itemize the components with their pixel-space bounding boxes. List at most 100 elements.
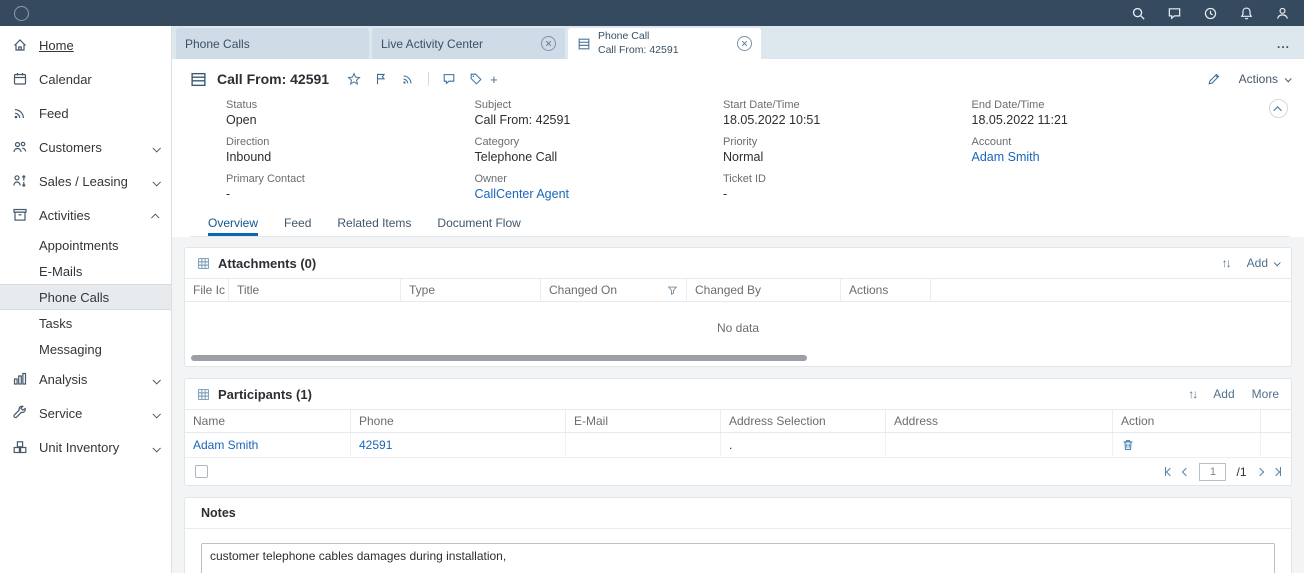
close-icon[interactable] — [541, 36, 556, 51]
tab-phone-call-42591[interactable]: Phone Call Call From: 42591 — [568, 28, 761, 59]
sort-icon[interactable]: ↑↓ — [1188, 387, 1196, 401]
first-page-button[interactable] — [1165, 466, 1174, 478]
page-number-input[interactable]: 1 — [1199, 463, 1226, 481]
scrollbar-thumb[interactable] — [191, 355, 807, 361]
sidebar-item-calendar[interactable]: Calendar — [0, 62, 171, 96]
tab-overview[interactable]: Overview — [208, 209, 258, 236]
owner-link[interactable]: CallCenter Agent — [475, 187, 724, 201]
column-header-type[interactable]: Type — [401, 279, 541, 301]
sidebar-item-sales-leasing[interactable]: Sales / Leasing — [0, 164, 171, 198]
application: Home Calendar Feed Customers — [0, 0, 1304, 573]
sidebar-item-analysis[interactable]: Analysis — [0, 362, 171, 396]
field-label: Status — [226, 99, 475, 111]
favorite-star-icon[interactable] — [347, 72, 361, 86]
search-icon[interactable] — [1131, 6, 1146, 21]
feedback-icon[interactable] — [1167, 6, 1182, 21]
sidebar-item-activities[interactable]: Activities — [0, 198, 171, 232]
chevron-up-icon — [153, 208, 159, 223]
field-value: 18.05.2022 11:21 — [972, 113, 1221, 127]
attachments-add-button[interactable]: Add — [1247, 256, 1279, 270]
service-icon — [12, 405, 28, 421]
tab-overflow-icon[interactable]: ... — [1263, 37, 1304, 51]
tag-icon[interactable] — [469, 72, 483, 86]
participant-name-link[interactable]: Adam Smith — [193, 438, 258, 452]
field-label: Start Date/Time — [723, 99, 972, 111]
column-header-changed-by[interactable]: Changed By — [687, 279, 841, 301]
previous-page-button[interactable] — [1183, 466, 1189, 478]
filter-icon[interactable] — [667, 285, 678, 296]
add-tag-button[interactable]: + — [490, 72, 498, 87]
field-label: Primary Contact — [226, 173, 475, 185]
field-owner: Owner CallCenter Agent — [475, 173, 724, 201]
account-link[interactable]: Adam Smith — [972, 150, 1221, 164]
chevron-down-icon — [153, 174, 159, 189]
tab-feed[interactable]: Feed — [284, 209, 311, 236]
tab-phone-calls[interactable]: Phone Calls — [176, 28, 369, 59]
sidebar-item-home[interactable]: Home — [0, 28, 171, 62]
separator — [428, 72, 429, 86]
field-ticket-id: Ticket ID - — [723, 173, 972, 201]
delete-trash-icon[interactable] — [1121, 438, 1135, 452]
table-grid-icon — [197, 257, 210, 270]
history-icon[interactable] — [1203, 6, 1218, 21]
sidebar-item-label: Tasks — [39, 316, 72, 331]
participants-add-button[interactable]: Add — [1213, 387, 1234, 401]
notifications-icon[interactable] — [1239, 6, 1254, 21]
sidebar-item-service[interactable]: Service — [0, 396, 171, 430]
tab-document-flow[interactable]: Document Flow — [437, 209, 520, 236]
column-header-phone[interactable]: Phone — [351, 410, 566, 432]
sidebar-item-emails[interactable]: E-Mails — [0, 258, 171, 284]
notes-card: Notes customer telephone cables damages … — [184, 497, 1292, 573]
sidebar-item-feed[interactable]: Feed — [0, 96, 171, 130]
chevron-down-icon — [153, 372, 159, 387]
chat-icon[interactable] — [442, 72, 456, 86]
column-label: Changed On — [549, 283, 617, 297]
sidebar-item-label: Analysis — [39, 372, 87, 387]
sidebar-item-tasks[interactable]: Tasks — [0, 310, 171, 336]
attachments-tools: ↑↓ Add — [1222, 256, 1279, 270]
customers-icon — [12, 139, 28, 155]
column-header-file-icon[interactable]: File Ic — [185, 279, 229, 301]
column-header-address-selection[interactable]: Address Selection — [721, 410, 886, 432]
column-header-name[interactable]: Name — [185, 410, 351, 432]
participants-card: Participants (1) ↑↓ Add More Name Phone … — [184, 378, 1292, 486]
flag-icon[interactable] — [374, 72, 388, 86]
sidebar-item-appointments[interactable]: Appointments — [0, 232, 171, 258]
participants-more-button[interactable]: More — [1252, 387, 1279, 401]
field-label: Priority — [723, 136, 972, 148]
tab-live-activity-center[interactable]: Live Activity Center — [372, 28, 565, 59]
column-header-email[interactable]: E-Mail — [566, 410, 721, 432]
select-all-checkbox[interactable] — [195, 465, 208, 478]
content-area: Phone Calls Live Activity Center Phone C… — [172, 26, 1304, 573]
sidebar-item-messaging[interactable]: Messaging — [0, 336, 171, 362]
subscribe-feed-icon[interactable] — [401, 72, 415, 86]
column-header-changed-on[interactable]: Changed On — [541, 279, 687, 301]
sidebar-item-label: E-Mails — [39, 264, 82, 279]
column-header-address[interactable]: Address — [886, 410, 1113, 432]
sidebar-item-unit-inventory[interactable]: Unit Inventory — [0, 430, 171, 464]
sidebar-item-customers[interactable]: Customers — [0, 130, 171, 164]
account-icon[interactable] — [1275, 6, 1290, 21]
column-header-actions[interactable]: Actions — [841, 279, 931, 301]
actions-menu-button[interactable]: Actions — [1239, 72, 1290, 86]
attachments-table-header: File Ic Title Type Changed On Changed By… — [185, 278, 1291, 302]
field-label: End Date/Time — [972, 99, 1221, 111]
sidebar-item-label: Service — [39, 406, 82, 421]
collapse-header-button[interactable] — [1269, 99, 1288, 118]
tab-label-block: Phone Call Call From: 42591 — [598, 30, 679, 56]
sidebar-item-phone-calls[interactable]: Phone Calls — [0, 284, 171, 310]
field-primary-contact: Primary Contact - — [226, 173, 475, 201]
last-page-button[interactable] — [1273, 466, 1282, 478]
close-icon[interactable] — [737, 36, 752, 51]
object-header: Call From: 42591 — [172, 59, 1304, 237]
field-label: Category — [475, 136, 724, 148]
next-page-button[interactable] — [1257, 466, 1263, 478]
participant-phone-link[interactable]: 42591 — [359, 438, 392, 452]
participants-tools: ↑↓ Add More — [1188, 387, 1279, 401]
edit-pencil-icon[interactable] — [1207, 72, 1221, 86]
notes-input[interactable]: customer telephone cables damages during… — [201, 543, 1275, 573]
sort-icon[interactable]: ↑↓ — [1222, 256, 1230, 270]
column-header-title[interactable]: Title — [229, 279, 401, 301]
column-header-action[interactable]: Action — [1113, 410, 1261, 432]
tab-related-items[interactable]: Related Items — [337, 209, 411, 236]
